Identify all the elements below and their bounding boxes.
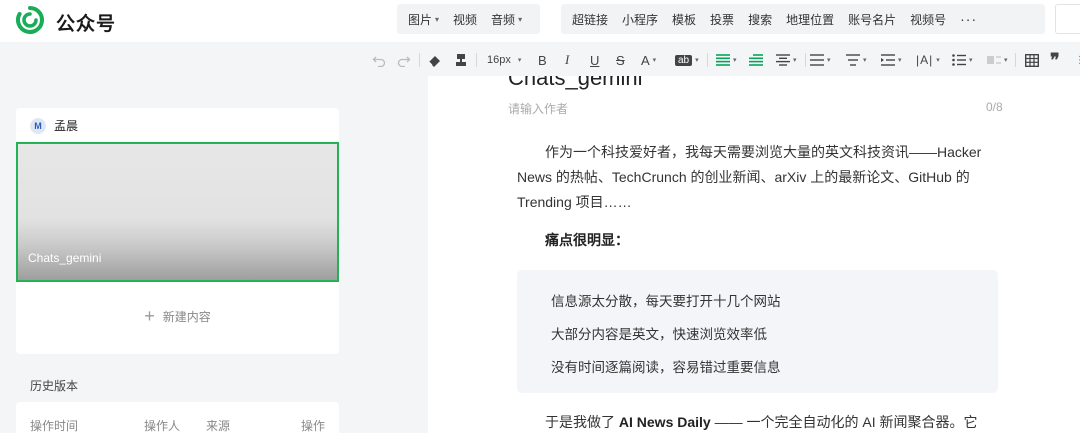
menu-search[interactable]: 搜索 <box>741 11 779 28</box>
insert-menu: 超链接 小程序 模板 投票 搜索 地理位置 账号名片 视频号 ··· <box>561 4 1045 34</box>
side-action-button[interactable] <box>1055 4 1080 34</box>
indent-icon[interactable] <box>749 51 763 69</box>
closing-paragraph: 于是我做了 AI News Daily —— 一个完全自动化的 AI 新闻聚合器… <box>545 414 978 430</box>
bullet-list-icon[interactable]: ▾ <box>952 51 973 69</box>
menu-location[interactable]: 地理位置 <box>779 11 841 28</box>
italic-button[interactable]: I <box>565 51 569 69</box>
align-center-icon[interactable]: ▾ <box>776 51 797 69</box>
logo-icon <box>16 6 44 34</box>
background-color-button[interactable]: ab ▾ <box>675 51 699 69</box>
author-counter: 0/8 <box>986 100 1003 114</box>
chevron-down-icon: ▾ <box>1004 57 1008 64</box>
article-title-input[interactable]: Chats_gemini <box>508 76 643 91</box>
chevron-down-icon: ▾ <box>652 57 657 64</box>
chevron-down-icon: ▾ <box>827 57 831 64</box>
chevron-down-icon: ▾ <box>793 57 797 64</box>
plus-icon: + <box>144 306 155 326</box>
chevron-down-icon: ▾ <box>517 57 522 64</box>
list-item: 大部分内容是英文，快速浏览效率低 <box>551 327 767 342</box>
column-header: 操作时间 <box>30 419 79 433</box>
chevron-down-icon: ▾ <box>898 57 902 64</box>
history-table: 操作时间 操作人 来源 操作 <box>16 402 339 433</box>
chevron-down-icon: ▾ <box>518 14 523 24</box>
chevron-down-icon: ▾ <box>936 57 941 64</box>
menu-video[interactable]: 视频 <box>446 11 484 28</box>
article-card: M 孟晨 Chats_gemini + 新建内容 <box>16 108 339 354</box>
menu-account-card[interactable]: 账号名片 <box>841 11 903 28</box>
pain-title: 痛点很明显： <box>545 232 629 248</box>
chevron-down-icon: ▾ <box>733 57 737 64</box>
chevron-down-icon: ▾ <box>435 14 440 24</box>
intro-paragraph: 作为一个科技爱好者，我每天需要浏览大量的英文科技资讯——Hacker News … <box>517 144 982 210</box>
column-header: 来源 <box>206 419 231 433</box>
cover-title: Chats_gemini <box>28 251 102 265</box>
undo-icon[interactable] <box>372 51 386 69</box>
table-icon[interactable] <box>1025 51 1039 69</box>
indent-menu-icon[interactable]: ▾ <box>881 51 902 69</box>
float-icon[interactable]: ▾ <box>987 51 1008 69</box>
history-title: 历史版本 <box>30 379 79 393</box>
menu-channels[interactable]: 视频号 <box>903 11 953 28</box>
overflow-dots-icon[interactable]: ⋮ <box>1075 51 1080 69</box>
new-content-button[interactable]: + 新建内容 <box>16 306 339 327</box>
font-size-select[interactable]: 16px ▾ <box>487 51 521 69</box>
menu-mini-program[interactable]: 小程序 <box>615 11 665 28</box>
quote-icon[interactable]: ❞ <box>1050 50 1060 70</box>
column-header: 操作 <box>301 419 326 433</box>
column-header: 操作人 <box>144 419 181 433</box>
chevron-down-icon: ▾ <box>969 57 973 64</box>
brand-name: 公众号 <box>56 14 117 35</box>
menu-vote[interactable]: 投票 <box>703 11 741 28</box>
menu-template[interactable]: 模板 <box>665 11 703 28</box>
product-name: AI News Daily <box>618 414 711 430</box>
letter-spacing-icon[interactable]: |A| ▾ <box>916 51 941 69</box>
underline-button[interactable]: U <box>590 51 599 69</box>
editor-canvas[interactable]: Chats_gemini 请输入作者 0/8 作为一个科技爱好者，我每天需要浏览… <box>428 76 1080 433</box>
media-menu: 图片 ▾ 视频 音频 ▾ <box>397 4 540 34</box>
strikethrough-button[interactable]: S <box>616 51 625 69</box>
avatar: M <box>30 117 46 134</box>
eraser-icon[interactable] <box>427 51 442 69</box>
article-cover[interactable]: Chats_gemini <box>16 142 339 282</box>
menu-hyperlink[interactable]: 超链接 <box>565 11 615 28</box>
format-painter-icon[interactable] <box>454 51 468 69</box>
menu-audio[interactable]: 音频 ▾ <box>484 11 529 28</box>
font-color-button[interactable]: A ▾ <box>641 51 656 69</box>
top-bar: 公众号 图片 ▾ 视频 音频 ▾ 超链接 小程序 模板 投票 搜索 地理位置 账号名… <box>0 0 1080 42</box>
article-author: M 孟晨 <box>30 117 78 134</box>
format-toolbar: 16px ▾ B I U S A ▾ ab ▾ ▾ ▾ ▾ ▾ ▾ |A| ▾ ▾ ▾ … <box>0 42 1080 76</box>
line-height-icon[interactable]: ▾ <box>846 51 867 69</box>
chevron-down-icon: ▾ <box>695 57 699 64</box>
redo-icon[interactable] <box>397 51 411 69</box>
chevron-down-icon: ▾ <box>863 57 867 64</box>
bold-button[interactable]: B <box>538 51 547 69</box>
list-item: 信息源太分散，每天要打开十几个网站 <box>551 294 781 309</box>
list-item: 没有时间逐篇阅读，容易错过重要信息 <box>551 360 781 375</box>
menu-image[interactable]: 图片 ▾ <box>401 11 446 28</box>
paragraph-spacing-icon[interactable]: ▾ <box>810 51 831 69</box>
author-name: 孟晨 <box>54 119 79 133</box>
author-input[interactable]: 请输入作者 <box>508 100 568 117</box>
pain-points-block: 信息源太分散，每天要打开十几个网站 大部分内容是英文，快速浏览效率低 没有时间逐… <box>517 270 998 393</box>
more-button[interactable]: ··· <box>953 11 984 27</box>
align-justify-icon[interactable]: ▾ <box>716 51 737 69</box>
